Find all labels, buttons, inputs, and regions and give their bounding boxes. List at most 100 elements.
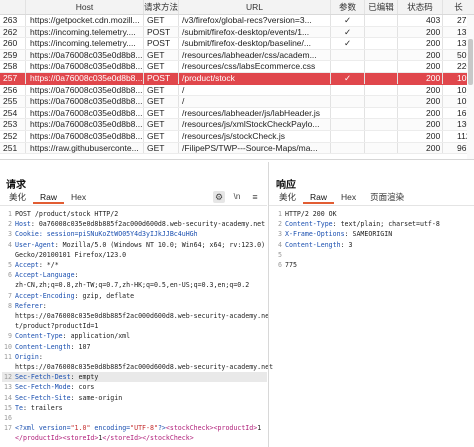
row-edited [365,107,398,119]
header-key: Sec-Fetch-Site [15,393,71,402]
response-pane-title: 响应 [276,180,296,191]
col-header-method[interactable]: 请求方法 [144,0,179,14]
row-status: 200 [398,84,443,96]
request-tabs-divider [0,205,267,206]
header-key: Accept [15,261,39,269]
row-params-check [331,119,365,130]
row-number: 252 [0,130,26,142]
response-tab-raw[interactable]: Raw [303,190,335,204]
row-host: https://0a76008c035e0d8b8... [26,61,144,72]
row-number: 258 [0,61,26,72]
scrollbar-thumb[interactable] [468,39,473,85]
row-method: POST [144,72,179,84]
code-token: : */* [38,261,59,269]
row-status: 200 [398,130,443,142]
code-token: </storeId> [102,434,143,443]
row-method: GET [144,49,179,61]
code-line: Content-Type: text/plain; charset=utf-8 [285,219,440,229]
col-header-edited[interactable]: 已编辑 [365,0,398,14]
code-token: https://0a76008c035e0d8b885f2ac000d600d8… [15,312,270,320]
line-number: 6 [8,271,12,280]
table-row[interactable]: 263 https://getpocket.cdn.mozill... GET/v3… [0,15,474,27]
row-edited [365,49,398,61]
row-host: https://0a76008c035e0d8b8... [26,72,144,84]
row-host: https://0a76008c035e0d8b8... [26,119,144,130]
header-key: Content-Length [15,342,71,351]
row-number: 257 [0,72,26,84]
header-key: : session=piSNuKoZtWO05Y4d3yIJkJJBc4uHGh [38,230,198,239]
settings-icon[interactable]: ⚙ [213,191,225,203]
line-number: 9 [8,332,12,341]
table-row[interactable]: 254 https://0a76008c035e0d8b8... GET/resou… [0,107,474,120]
row-number: 254 [0,107,26,119]
table-row[interactable]: 262 https://incoming.telemetry.... POST/su… [0,26,474,39]
col-header-params[interactable]: 参数 [331,0,365,14]
response-tab-render[interactable]: 页面渲染 [363,190,411,204]
table-scrollbar[interactable] [467,15,474,159]
row-params-check [331,49,365,61]
table-row[interactable]: 252 https://0a76008c035e0d8b8... GET/resou… [0,130,474,143]
col-header-status[interactable]: 状态码 [398,0,443,14]
response-tab-pretty[interactable]: 美化 [272,190,303,204]
request-tab-raw[interactable]: Raw [33,190,65,204]
code-line: Accept-Language: [15,270,79,280]
row-method: GET [144,119,179,130]
code-line: Cookie: session=piSNuKoZtWO05Y4d3yIJkJJB… [15,229,198,239]
header-key: Content-Type [15,332,63,341]
table-row[interactable]: 253 https://0a76008c035e0d8b8... GET/resou… [0,119,474,131]
header-key: Sec-Fetch-Dest [15,373,71,382]
row-host: https://0a76008c035e0d8b8... [26,49,144,61]
col-header-length[interactable]: 长 [443,0,474,14]
row-url: / [179,84,331,96]
row-edited [365,15,398,26]
code-line: zh-CN,zh;q=0.8,zh-TW;q=0.7,zh-HK;q=0.5,e… [15,280,249,290]
code-token: : [74,271,79,280]
col-header-number[interactable] [0,0,26,14]
header-key: Referer [15,301,43,310]
code-token: <productId> [213,424,258,433]
row-status: 200 [398,61,443,72]
row-params-check [331,84,365,96]
code-line: Host: 0a76008c035e0d8b885f2ac000d600d8.w… [15,219,265,229]
line-number: 1 [8,210,12,218]
code-token: : SAMEORIGIN [344,230,393,239]
request-editor[interactable]: 1 POST /product/stock HTTP/2 2 Host: 0a7600… [2,207,273,447]
request-tab-pretty[interactable]: 美化 [2,190,33,204]
row-params-check: ✓ [331,15,365,26]
table-row[interactable]: 259 https://0a76008c035e0d8b8... GET/resou… [0,49,474,62]
request-pane-title: 请求 [6,180,26,191]
row-params-check [331,107,365,119]
row-params-check [331,61,365,72]
code-line: User-Agent: Mozilla/5.0 (Windows NT 10.0… [15,240,265,250]
row-url: /resources/css/labsEcommerce.css [179,61,331,72]
header-key: Origin [15,352,39,361]
row-edited [365,26,398,38]
code-line: Te: trailers [15,403,63,413]
code-token: https://0a76008c035e0d8b885f2ac000d600d8… [15,363,274,371]
code-token: "UTF-8" [130,424,158,433]
code-line: POST /product/stock HTTP/2 [15,209,118,219]
col-header-url[interactable]: URL [179,0,331,14]
table-row[interactable]: 251 https://raw.githubuserconte... GET/Fil… [0,142,474,155]
table-row[interactable]: 255 https://0a76008c035e0d8b8... GET/200 10… [0,96,474,108]
request-view-tabs: 美化 Raw Hex [2,190,93,204]
table-row-selected[interactable]: 257 https://0a76008c035e0d8b8... POST/prod… [0,72,474,85]
response-editor[interactable]: 1 HTTP/2 200 OK 2 Content-Type: text/plain;… [272,207,472,287]
col-header-host[interactable]: Host [26,0,144,14]
menu-icon[interactable]: ≡ [249,191,261,203]
row-host: https://getpocket.cdn.mozill... [26,15,144,26]
row-number: 259 [0,49,26,61]
row-edited [365,61,398,72]
request-tab-hex[interactable]: Hex [64,190,93,204]
code-token: : application/xml [62,332,131,341]
table-row[interactable]: 256 https://0a76008c035e0d8b8... GET/200 10… [0,84,474,97]
code-line: </productId><storeId>1</storeId></stockC… [15,433,194,443]
row-number: 263 [0,15,26,26]
table-row[interactable]: 260 https://incoming.telemetry.... POST/su… [0,38,474,50]
table-row[interactable]: 258 https://0a76008c035e0d8b8... GET/resou… [0,61,474,73]
row-host: https://raw.githubuserconte... [26,142,144,154]
code-line: X-Frame-Options: SAMEORIGIN [285,229,392,239]
code-line: Referer: [15,301,47,311]
response-tab-hex[interactable]: Hex [334,190,363,204]
newline-toggle-icon[interactable]: \n [231,191,243,203]
